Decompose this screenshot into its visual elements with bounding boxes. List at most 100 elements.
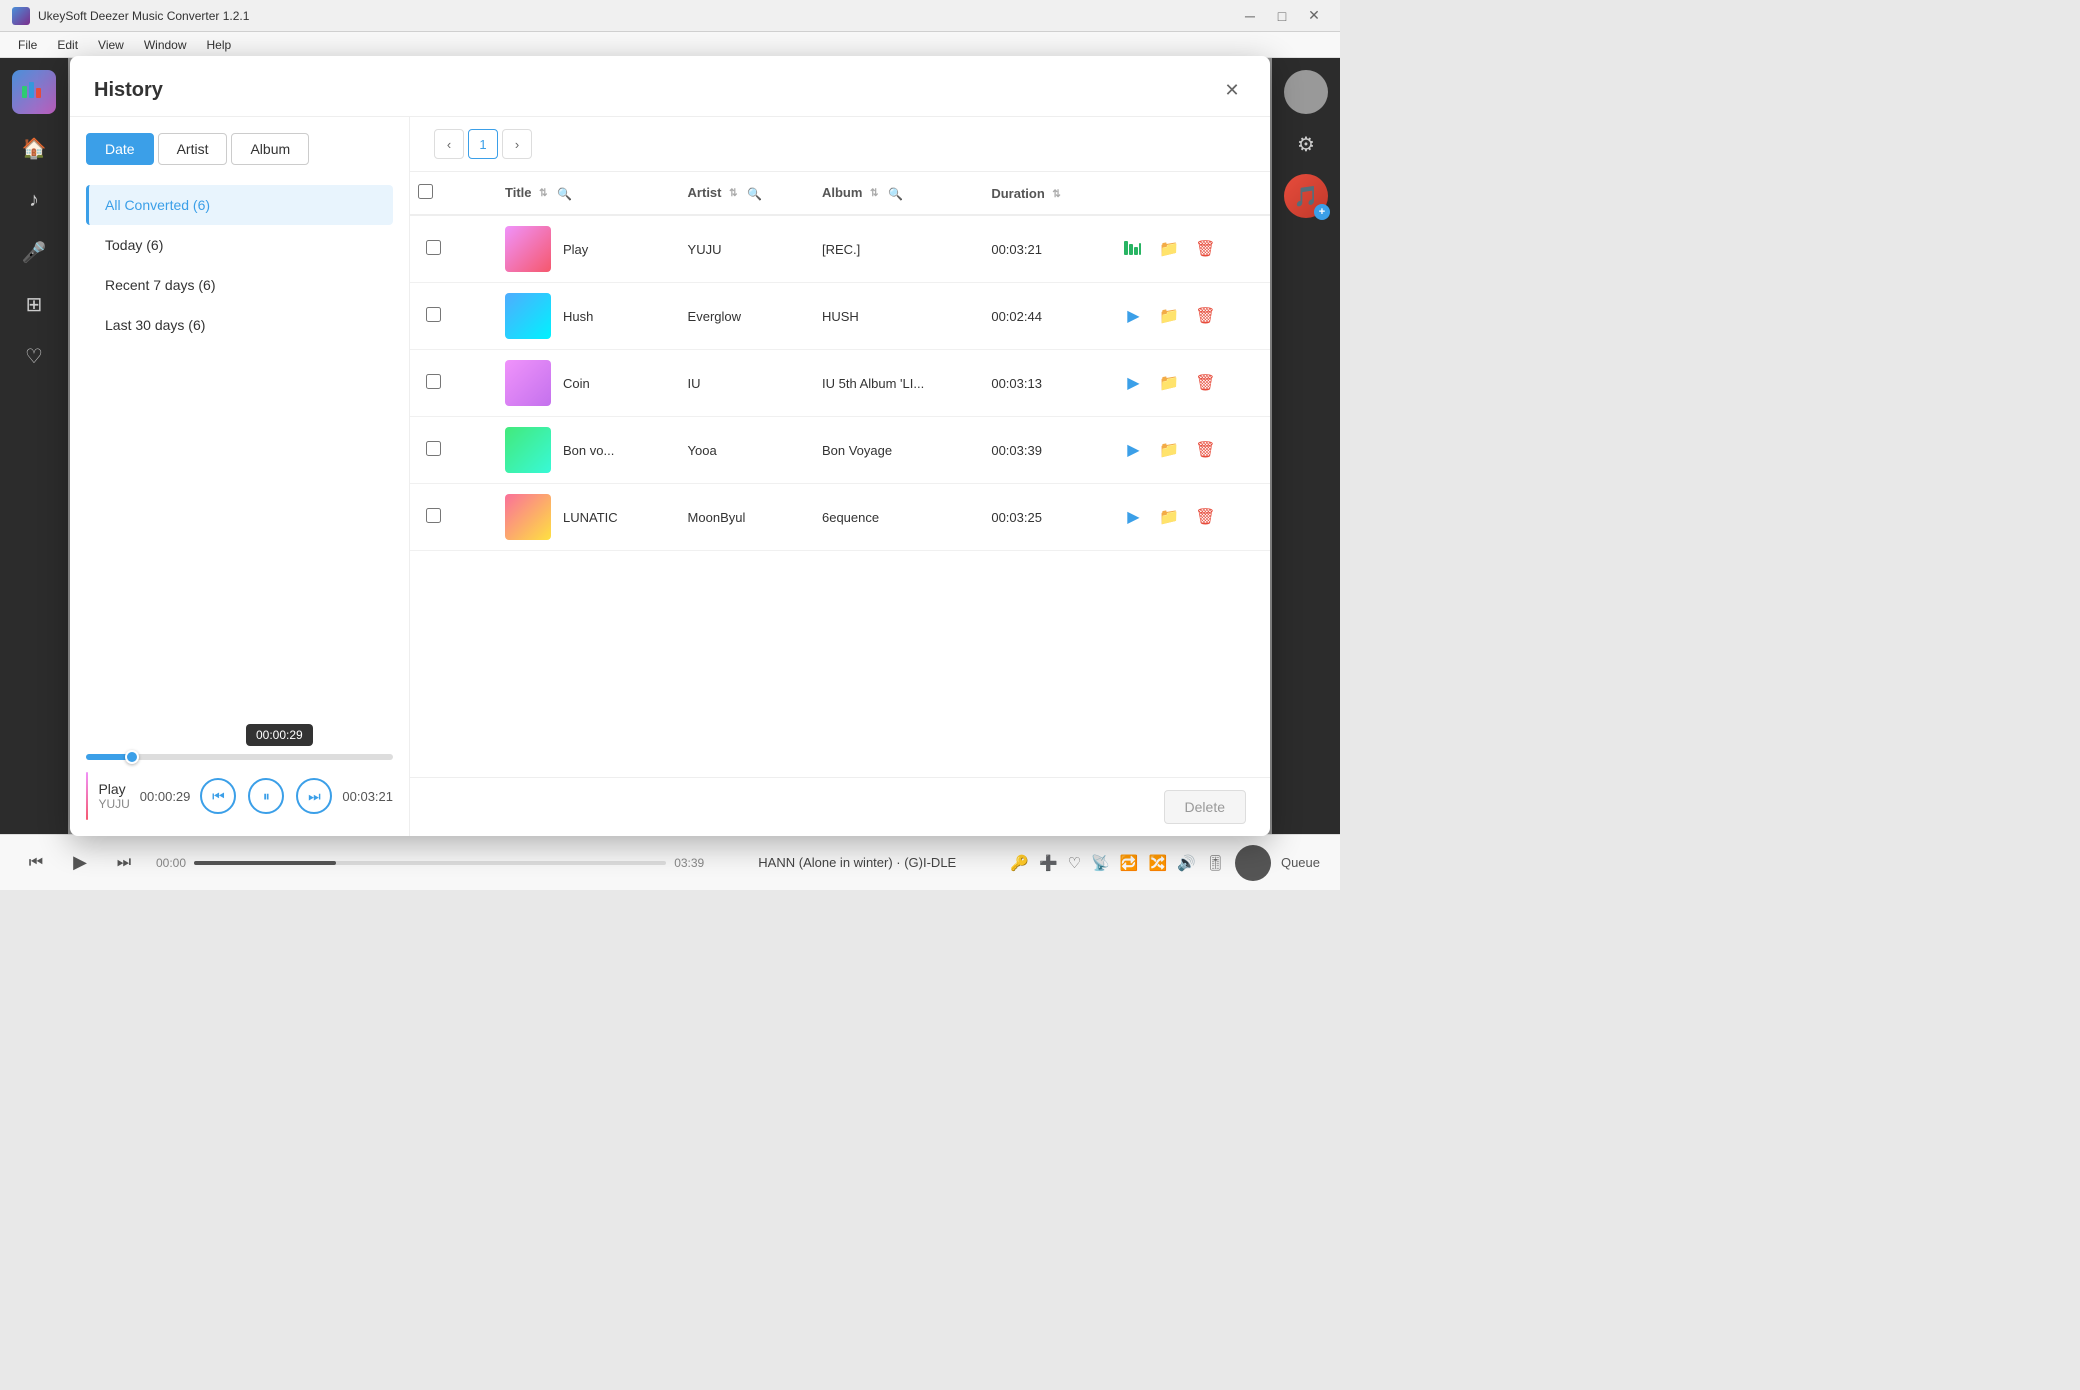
row-4-delete-icon[interactable]: 🗑 bbox=[1191, 436, 1219, 464]
row-2-delete-icon[interactable]: 🗑 bbox=[1191, 302, 1219, 330]
row-expand-cell bbox=[457, 283, 489, 350]
tab-artist[interactable]: Artist bbox=[158, 133, 228, 165]
row-3-checkbox[interactable] bbox=[426, 374, 441, 389]
footer-progress-bar[interactable] bbox=[194, 861, 666, 865]
row-5-delete-icon[interactable]: 🗑 bbox=[1191, 503, 1219, 531]
row-3-delete-icon[interactable]: 🗑 bbox=[1191, 369, 1219, 397]
footer-prev-button[interactable]: ⏮ bbox=[20, 847, 52, 879]
row-4-album: Bon Voyage bbox=[806, 417, 975, 484]
row-3-play-icon[interactable]: ▶ bbox=[1119, 369, 1147, 397]
row-1-artist: YUJU bbox=[672, 215, 806, 283]
footer-avatar[interactable] bbox=[1235, 845, 1271, 881]
progress-thumb[interactable] bbox=[125, 750, 139, 764]
row-2-folder-icon[interactable]: 📁 bbox=[1155, 302, 1183, 330]
table-container: Title ⇅ 🔍 Artist ⇅ 🔍 Album bbox=[410, 172, 1270, 777]
minimize-button[interactable]: ─ bbox=[1236, 6, 1264, 26]
album-sort-icon[interactable]: ⇅ bbox=[870, 188, 878, 199]
row-2-play-icon[interactable]: ▶ bbox=[1119, 302, 1147, 330]
row-5-duration: 00:03:25 bbox=[975, 484, 1103, 551]
left-sidebar: 🏠 ♪ 🎤 ⊞ ♡ bbox=[0, 58, 68, 834]
row-1-bars-icon[interactable] bbox=[1119, 235, 1147, 263]
duration-sort-icon[interactable]: ⇅ bbox=[1052, 189, 1060, 200]
footer-time-right: 03:39 bbox=[674, 856, 704, 870]
nav-today[interactable]: Today (6) bbox=[86, 225, 393, 265]
row-5-artist: MoonByul bbox=[672, 484, 806, 551]
sidebar-heart-icon[interactable]: ♡ bbox=[12, 334, 56, 378]
sidebar-mic-icon[interactable]: 🎤 bbox=[12, 230, 56, 274]
footer-next-button[interactable]: ⏭ bbox=[108, 847, 140, 879]
add-music-button[interactable]: 🎵 + bbox=[1284, 174, 1328, 218]
progress-bar[interactable] bbox=[86, 754, 393, 760]
row-4-play-icon[interactable]: ▶ bbox=[1119, 436, 1147, 464]
row-5-album: 6equence bbox=[806, 484, 975, 551]
now-playing-title: Play bbox=[98, 781, 129, 797]
footer-add-icon[interactable]: ➕ bbox=[1039, 854, 1058, 872]
delete-button[interactable]: Delete bbox=[1164, 790, 1246, 824]
modal-close-button[interactable]: ✕ bbox=[1218, 76, 1246, 104]
footer-player-controls: ⏮ ▶ ⏭ bbox=[20, 847, 140, 879]
row-2-checkbox[interactable] bbox=[426, 307, 441, 322]
menu-window[interactable]: Window bbox=[134, 36, 197, 54]
artist-search-icon[interactable]: 🔍 bbox=[747, 187, 762, 201]
row-4-checkbox[interactable] bbox=[426, 441, 441, 456]
title-search-icon[interactable]: 🔍 bbox=[557, 187, 572, 201]
now-playing-art bbox=[86, 772, 88, 820]
menu-help[interactable]: Help bbox=[197, 36, 242, 54]
sidebar-home-icon[interactable]: 🏠 bbox=[12, 126, 56, 170]
menu-view[interactable]: View bbox=[88, 36, 134, 54]
user-avatar[interactable] bbox=[1284, 70, 1328, 114]
modal-player-controls: ⏮ ⏸ ⏭ bbox=[200, 778, 332, 814]
title-bar: UkeySoft Deezer Music Converter 1.2.1 ─ … bbox=[0, 0, 1340, 32]
footer-play-button[interactable]: ▶ bbox=[64, 847, 96, 879]
row-1-folder-icon[interactable]: 📁 bbox=[1155, 235, 1183, 263]
footer-queue-label[interactable]: Queue bbox=[1281, 855, 1320, 870]
select-all-checkbox[interactable] bbox=[418, 184, 433, 199]
pagination-next[interactable]: › bbox=[502, 129, 532, 159]
menu-edit[interactable]: Edit bbox=[47, 36, 88, 54]
row-2-duration: 00:02:44 bbox=[975, 283, 1103, 350]
maximize-button[interactable]: □ bbox=[1268, 6, 1296, 26]
row-5-checkbox[interactable] bbox=[426, 508, 441, 523]
table-row: Coin IU IU 5th Album 'LI... 00:03:13 bbox=[410, 350, 1270, 417]
sidebar-grid-icon[interactable]: ⊞ bbox=[12, 282, 56, 326]
footer-shuffle-icon[interactable]: 🔀 bbox=[1149, 854, 1168, 872]
album-search-icon[interactable]: 🔍 bbox=[888, 187, 903, 201]
tab-date[interactable]: Date bbox=[86, 133, 154, 165]
footer-heart-icon[interactable]: ♡ bbox=[1068, 854, 1081, 872]
nav-recent-7-days[interactable]: Recent 7 days (6) bbox=[86, 265, 393, 305]
footer-progress: 00:00 03:39 bbox=[156, 856, 704, 870]
artist-sort-icon[interactable]: ⇅ bbox=[729, 188, 737, 199]
row-3-folder-icon[interactable]: 📁 bbox=[1155, 369, 1183, 397]
player-next-button[interactable]: ⏭ bbox=[296, 778, 332, 814]
pagination-page-1[interactable]: 1 bbox=[468, 129, 498, 159]
tab-album[interactable]: Album bbox=[231, 133, 309, 165]
window-close-button[interactable]: ✕ bbox=[1300, 6, 1328, 26]
footer-key-icon[interactable]: 🔑 bbox=[1010, 854, 1029, 872]
track-art-lunatic bbox=[505, 494, 551, 540]
sidebar-music-icon[interactable]: ♪ bbox=[12, 178, 56, 222]
row-expand-cell bbox=[457, 417, 489, 484]
row-checkbox-cell bbox=[410, 215, 457, 283]
row-1-delete-icon[interactable]: 🗑 bbox=[1191, 235, 1219, 263]
track-title: Play bbox=[563, 242, 588, 257]
nav-all-converted[interactable]: All Converted (6) bbox=[86, 185, 393, 225]
row-2-title-cell: Hush bbox=[489, 283, 672, 350]
settings-icon[interactable]: ⚙ bbox=[1284, 122, 1328, 166]
pagination-prev[interactable]: ‹ bbox=[434, 129, 464, 159]
footer-eq-icon[interactable]: 🎚 bbox=[1206, 854, 1225, 872]
footer-cast-icon[interactable]: 📡 bbox=[1091, 854, 1110, 872]
footer-volume-icon[interactable]: 🔊 bbox=[1177, 854, 1196, 872]
row-5-folder-icon[interactable]: 📁 bbox=[1155, 503, 1183, 531]
menu-file[interactable]: File bbox=[8, 36, 47, 54]
player-pause-button[interactable]: ⏸ bbox=[248, 778, 284, 814]
row-4-folder-icon[interactable]: 📁 bbox=[1155, 436, 1183, 464]
table-body: Play YUJU [REC.] 00:03:21 bbox=[410, 215, 1270, 551]
nav-last-30-days[interactable]: Last 30 days (6) bbox=[86, 305, 393, 345]
main-layout: 🏠 ♪ 🎤 ⊞ ♡ History ✕ Date bbox=[0, 58, 1340, 834]
title-sort-icon[interactable]: ⇅ bbox=[539, 188, 547, 199]
app-logo bbox=[12, 70, 56, 114]
row-5-play-icon[interactable]: ▶ bbox=[1119, 503, 1147, 531]
footer-repeat-icon[interactable]: 🔁 bbox=[1120, 854, 1139, 872]
player-prev-button[interactable]: ⏮ bbox=[200, 778, 236, 814]
row-1-checkbox[interactable] bbox=[426, 240, 441, 255]
